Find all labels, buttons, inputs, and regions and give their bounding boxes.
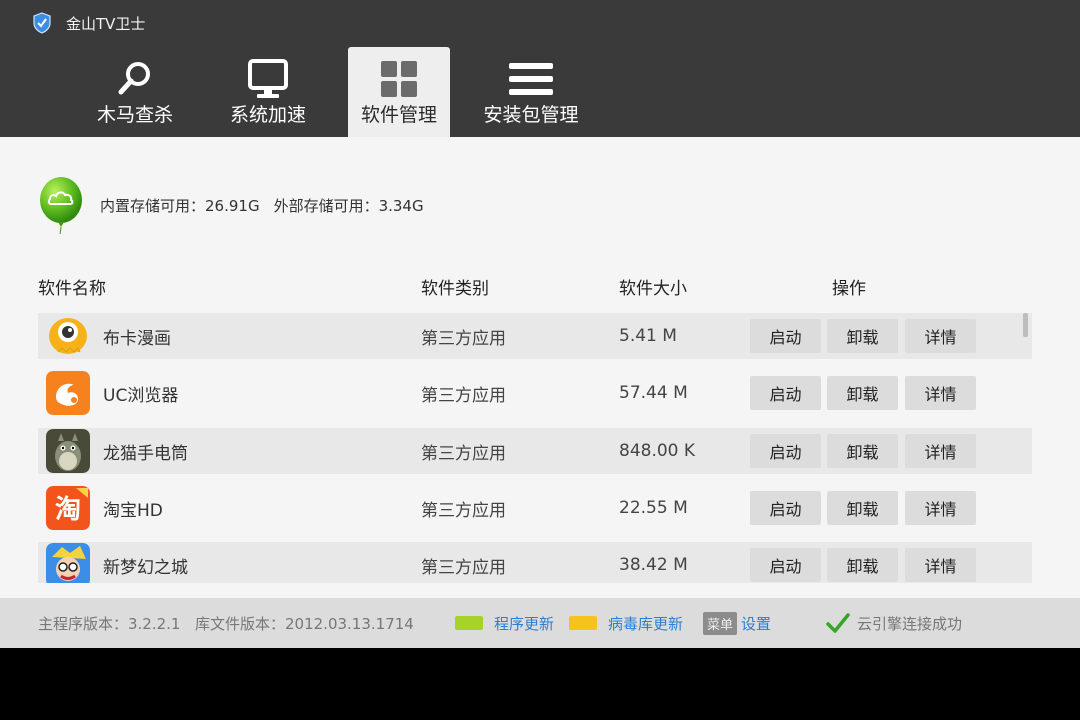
totoro-icon <box>46 429 90 473</box>
tab-system-speedup[interactable]: 系统加速 <box>218 47 318 137</box>
program-update-label: 程序更新 <box>494 614 555 633</box>
settings-label: 设置 <box>741 614 772 633</box>
launch-button[interactable]: 启动 <box>750 319 821 353</box>
table-row: 新梦幻之城 第三方应用 38.42 M 启动 卸载 详情 <box>38 542 1032 583</box>
app-name: 龙猫手电筒 <box>103 443 188 464</box>
menu-key-badge: 菜单 <box>703 611 738 635</box>
svg-text:淘: 淘 <box>55 495 81 525</box>
app-name: 新梦幻之城 <box>103 557 188 578</box>
column-header-size: 软件大小 <box>619 279 687 299</box>
column-header-category: 软件类别 <box>421 279 489 299</box>
grid-icon <box>381 61 417 97</box>
tab-label: 木马查杀 <box>96 104 173 126</box>
app-category: 第三方应用 <box>421 385 506 406</box>
table-row: UC浏览器 第三方应用 57.44 M 启动 卸载 详情 <box>38 370 1032 416</box>
uc-browser-icon <box>46 371 90 415</box>
storage-text: 内置存储可用：26.91G 外部存储可用：3.34G <box>100 195 424 216</box>
tab-package-manager[interactable]: 安装包管理 <box>478 47 584 137</box>
game-icon <box>46 543 90 583</box>
app-size: 57.44 M <box>619 383 688 403</box>
cloud-status: 云引擎连接成功 <box>826 598 962 648</box>
details-button[interactable]: 详情 <box>905 434 976 468</box>
program-update-button[interactable]: 程序更新 <box>455 598 554 648</box>
shield-logo-icon <box>33 12 51 34</box>
software-manager-panel: 内置存储可用：26.91G 外部存储可用：3.34G 软件名称 软件类别 软件大小… <box>0 137 1080 598</box>
monitor-icon <box>248 59 288 98</box>
tab-label: 软件管理 <box>360 104 437 126</box>
virus-update-button[interactable]: 病毒库更新 <box>569 598 683 648</box>
app-name: UC浏览器 <box>103 385 179 406</box>
table-row: 龙猫手电筒 第三方应用 848.00 K 启动 卸载 详情 <box>38 428 1032 474</box>
uninstall-button[interactable]: 卸载 <box>827 434 898 468</box>
uninstall-button[interactable]: 卸载 <box>827 548 898 582</box>
column-header-name: 软件名称 <box>38 279 106 299</box>
details-button[interactable]: 详情 <box>905 491 976 525</box>
cloud-balloon-icon <box>40 177 82 234</box>
column-header-actions: 操作 <box>832 279 866 299</box>
tab-label: 安装包管理 <box>483 104 579 126</box>
app-name: 淘宝HD <box>103 500 163 521</box>
app-category: 第三方应用 <box>421 443 506 464</box>
magnifier-icon <box>118 62 150 95</box>
app-category: 第三方应用 <box>421 500 506 521</box>
settings-button[interactable]: 菜单 设置 <box>703 598 771 648</box>
checkmark-icon <box>826 613 850 633</box>
app-category: 第三方应用 <box>421 328 506 349</box>
tab-trojan-scan[interactable]: 木马查杀 <box>88 47 182 137</box>
lib-version: 库文件版本：2012.03.13.1714 <box>195 614 414 633</box>
app-title: 金山TV卫士 <box>66 14 146 33</box>
app-size: 38.42 M <box>619 555 688 575</box>
app-name: 布卡漫画 <box>103 328 171 349</box>
app-list[interactable]: 布卡漫画 第三方应用 5.41 M 启动 卸载 详情 UC浏览器 第三方应用 5… <box>38 311 1032 583</box>
table-row: 淘 淘宝HD 第三方应用 22.55 M 启动 卸载 详情 <box>38 485 1032 531</box>
launch-button[interactable]: 启动 <box>750 376 821 410</box>
header: 金山TV卫士 木马查杀 系统加速 软件管理 安装包管理 <box>0 0 1080 137</box>
table-row: 布卡漫画 第三方应用 5.41 M 启动 卸载 详情 <box>38 313 1032 359</box>
uninstall-button[interactable]: 卸载 <box>827 376 898 410</box>
app-size: 22.55 M <box>619 498 688 518</box>
details-button[interactable]: 详情 <box>905 376 976 410</box>
tab-software-manager[interactable]: 软件管理 <box>348 47 450 137</box>
details-button[interactable]: 详情 <box>905 548 976 582</box>
virus-update-label: 病毒库更新 <box>608 614 684 633</box>
details-button[interactable]: 详情 <box>905 319 976 353</box>
list-scrollbar[interactable] <box>1023 313 1028 337</box>
app-category: 第三方应用 <box>421 557 506 578</box>
launch-button[interactable]: 启动 <box>750 491 821 525</box>
buka-icon <box>46 314 90 358</box>
cloud-status-label: 云引擎连接成功 <box>857 614 963 633</box>
internal-storage: 内置存储可用：26.91G <box>100 196 260 215</box>
app-size: 5.41 M <box>619 326 677 346</box>
uninstall-button[interactable]: 卸载 <box>827 319 898 353</box>
main-version: 主程序版本：3.2.2.1 <box>38 614 181 633</box>
program-update-swatch <box>455 616 483 630</box>
tab-label: 系统加速 <box>229 104 306 126</box>
storage-info: 内置存储可用：26.91G 外部存储可用：3.34G <box>38 177 424 234</box>
app-size: 848.00 K <box>619 441 696 461</box>
external-storage: 外部存储可用：3.34G <box>273 196 424 215</box>
virus-update-swatch <box>569 616 597 630</box>
taobao-icon: 淘 <box>46 486 90 530</box>
app-title-bar: 金山TV卫士 <box>32 10 145 36</box>
screen-bottom-area <box>0 648 1080 720</box>
list-icon <box>509 63 553 95</box>
uninstall-button[interactable]: 卸载 <box>827 491 898 525</box>
launch-button[interactable]: 启动 <box>750 548 821 582</box>
launch-button[interactable]: 启动 <box>750 434 821 468</box>
status-bar: 主程序版本：3.2.2.1 库文件版本：2012.03.13.1714 程序更新… <box>0 598 1080 648</box>
